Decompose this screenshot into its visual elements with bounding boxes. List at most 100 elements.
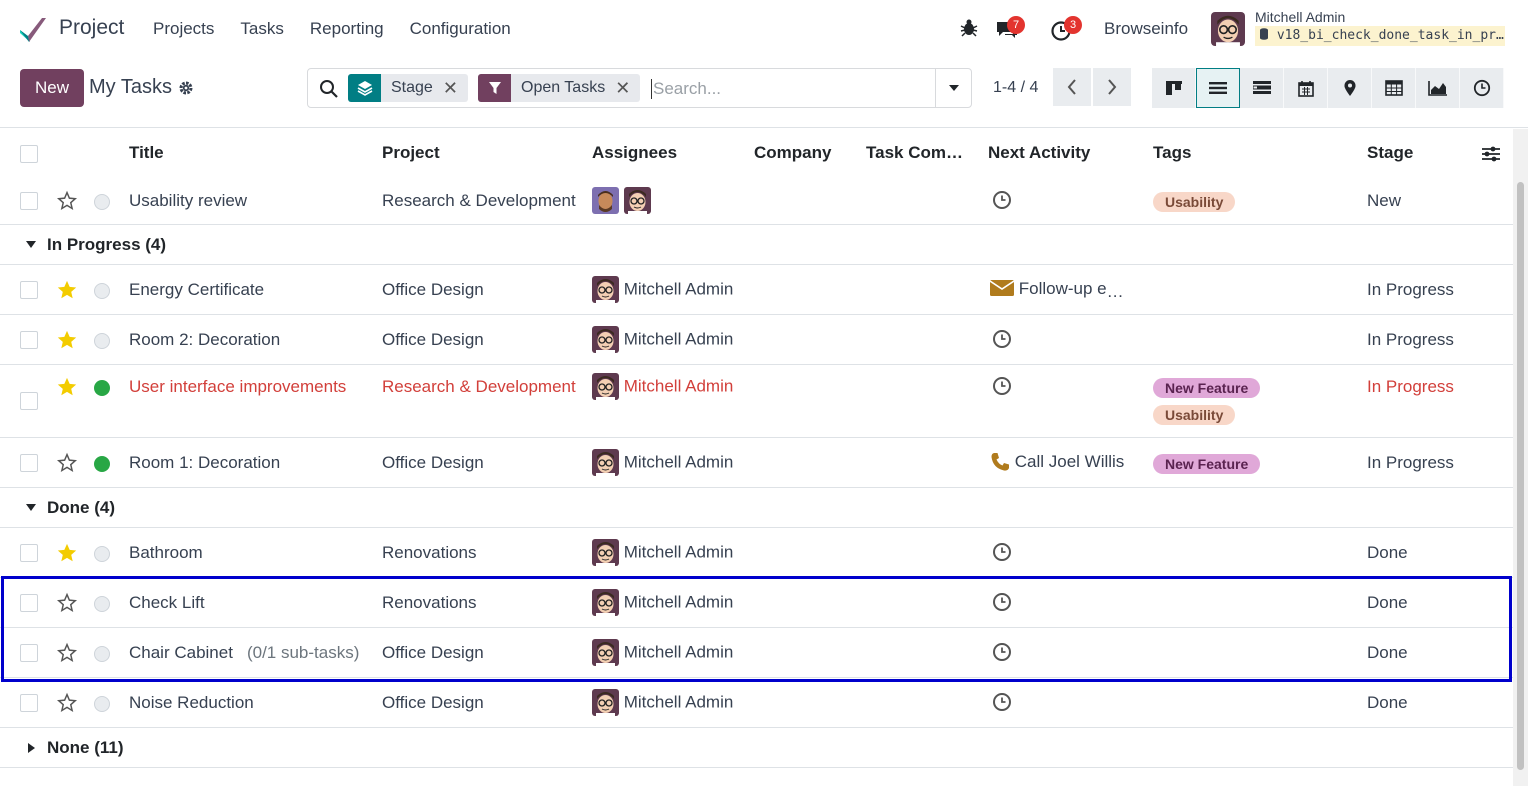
gear-icon[interactable] — [178, 80, 194, 96]
kanban-state-normal[interactable] — [94, 283, 110, 299]
next-activity[interactable] — [992, 190, 1012, 215]
column-company[interactable]: Company — [754, 143, 831, 163]
table-row[interactable]: Noise Reduction Office Design Mitchell Ad… — [0, 678, 1513, 728]
table-row[interactable]: User interface improvements Research & De… — [0, 365, 1513, 438]
clock-icon[interactable] — [992, 542, 1012, 562]
star-filled-icon[interactable] — [56, 329, 78, 351]
search-input[interactable]: Search... — [651, 79, 721, 99]
pager-previous[interactable] — [1053, 68, 1091, 106]
next-activity[interactable] — [992, 692, 1012, 717]
search-bar: Stage ✕ Open Tasks ✕ Search... — [307, 68, 972, 108]
column-tags[interactable]: Tags — [1153, 143, 1191, 163]
next-activity[interactable] — [992, 542, 1012, 567]
facet-stage-remove-icon[interactable]: ✕ — [443, 78, 468, 99]
row-checkbox[interactable] — [20, 192, 38, 210]
pager-value[interactable]: 1-4 / 4 — [993, 79, 1038, 97]
activities-button[interactable]: 3 — [1050, 16, 1082, 42]
table-row[interactable]: Usability review Research & Development U… — [0, 177, 1513, 225]
view-pivot[interactable] — [1372, 68, 1416, 108]
kanban-state-normal[interactable] — [94, 194, 110, 210]
next-activity[interactable] — [992, 376, 1012, 401]
user-avatar[interactable] — [1211, 12, 1245, 46]
table-row[interactable]: Energy Certificate Office Design Mitchell… — [0, 265, 1513, 315]
select-all-checkbox[interactable] — [20, 145, 38, 163]
star-icon[interactable] — [56, 190, 78, 212]
clock-icon[interactable] — [992, 329, 1012, 349]
assignees[interactable] — [592, 187, 651, 214]
phone-icon — [991, 453, 1009, 471]
star-icon[interactable] — [56, 692, 78, 714]
assignees[interactable]: Mitchell Admin — [592, 689, 733, 716]
view-list[interactable] — [1196, 68, 1240, 108]
new-button[interactable]: New — [20, 69, 84, 107]
clock-icon — [1473, 79, 1490, 97]
group-row[interactable]: Done (4) — [0, 488, 1513, 528]
task-project: Office Design — [382, 280, 484, 299]
view-switcher — [1152, 68, 1504, 108]
group-row[interactable]: None (11) — [0, 728, 1513, 768]
star-filled-icon[interactable] — [56, 542, 78, 564]
group-row[interactable]: In Progress (4) — [0, 225, 1513, 265]
star-icon[interactable] — [56, 452, 78, 474]
assignees[interactable]: Mitchell Admin — [592, 326, 733, 353]
debug-icon[interactable] — [959, 18, 979, 38]
messages-button[interactable]: 7 — [995, 16, 1025, 40]
column-project[interactable]: Project — [382, 143, 440, 163]
search-options-toggle[interactable] — [935, 69, 971, 107]
table-row[interactable]: Room 2: Decoration Office Design Mitchell… — [0, 315, 1513, 365]
project-logo-icon[interactable] — [18, 16, 48, 44]
kanban-state-normal[interactable] — [94, 546, 110, 562]
next-activity[interactable]: Call Joel Willis — [990, 452, 1135, 477]
next-activity[interactable] — [992, 329, 1012, 354]
menu-item-reporting[interactable]: Reporting — [310, 19, 384, 39]
table-row[interactable]: Bathroom Renovations Mitchell Admin Done — [0, 528, 1513, 578]
column-assignees[interactable]: Assignees — [592, 143, 677, 163]
search-icon[interactable] — [319, 79, 339, 99]
kanban-state-ready[interactable] — [94, 380, 110, 396]
row-checkbox[interactable] — [20, 331, 38, 349]
scrollbar-thumb[interactable] — [1517, 182, 1524, 770]
assignees[interactable]: Mitchell Admin — [592, 276, 733, 303]
company-switcher[interactable]: Browseinfo — [1104, 19, 1188, 39]
view-activity[interactable] — [1460, 68, 1504, 108]
kanban-state-normal[interactable] — [94, 333, 110, 349]
table-row[interactable]: Room 1: Decoration Office Design Mitchell… — [0, 438, 1513, 488]
row-checkbox[interactable] — [20, 544, 38, 562]
app-name[interactable]: Project — [59, 16, 124, 40]
kanban-state-ready[interactable] — [94, 456, 110, 472]
next-activity[interactable]: Follow-up email — [990, 279, 1135, 302]
star-filled-icon[interactable] — [56, 376, 78, 398]
menu-item-configuration[interactable]: Configuration — [410, 19, 511, 39]
clock-icon[interactable] — [992, 376, 1012, 396]
row-checkbox[interactable] — [20, 392, 38, 410]
task-title: Energy Certificate — [129, 280, 265, 299]
menu-item-tasks[interactable]: Tasks — [240, 19, 283, 39]
column-next-activity[interactable]: Next Activity — [988, 143, 1090, 163]
user-name[interactable]: Mitchell Admin — [1255, 9, 1345, 25]
assignees[interactable]: Mitchell Admin — [592, 449, 733, 476]
column-task-completion[interactable]: Task Completion — [866, 143, 970, 163]
row-checkbox[interactable] — [20, 281, 38, 299]
kanban-state-normal[interactable] — [94, 696, 110, 712]
view-calendar[interactable] — [1284, 68, 1328, 108]
star-filled-icon[interactable] — [56, 279, 78, 301]
view-map[interactable] — [1328, 68, 1372, 108]
column-stage[interactable]: Stage — [1367, 143, 1413, 163]
view-graph[interactable] — [1416, 68, 1460, 108]
menu-item-projects[interactable]: Projects — [153, 19, 214, 39]
clock-icon[interactable] — [992, 190, 1012, 210]
optional-columns-icon[interactable] — [1481, 145, 1501, 163]
row-checkbox[interactable] — [20, 694, 38, 712]
column-title[interactable]: Title — [129, 143, 164, 163]
view-gantt[interactable] — [1240, 68, 1284, 108]
avatar — [592, 689, 619, 716]
view-kanban[interactable] — [1152, 68, 1196, 108]
clock-icon[interactable] — [992, 692, 1012, 712]
pager-next[interactable] — [1093, 68, 1131, 106]
task-title: User interface improvements — [129, 377, 347, 396]
assignees[interactable]: Mitchell Admin — [592, 539, 733, 566]
facet-open-tasks-remove-icon[interactable]: ✕ — [615, 78, 640, 99]
row-checkbox[interactable] — [20, 454, 38, 472]
avatar — [592, 373, 619, 400]
assignees[interactable]: Mitchell Admin — [592, 373, 733, 400]
